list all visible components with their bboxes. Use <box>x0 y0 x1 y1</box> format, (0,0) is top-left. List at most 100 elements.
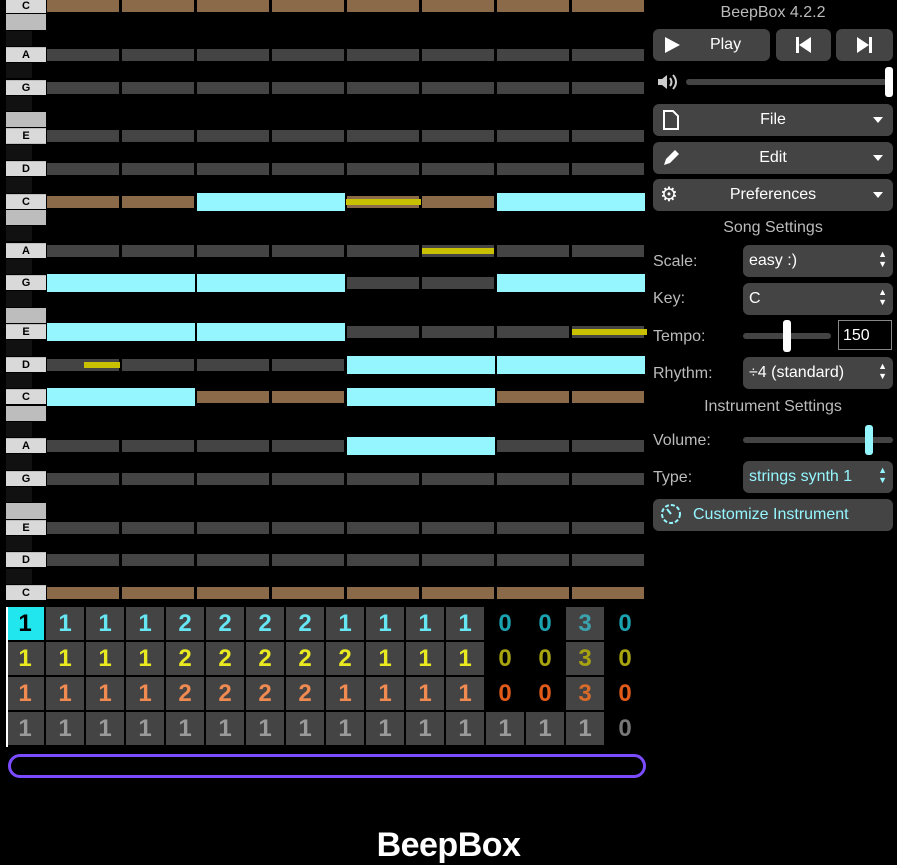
grid-cell[interactable] <box>347 163 419 175</box>
note[interactable] <box>347 437 495 456</box>
grid-cell[interactable] <box>497 440 569 453</box>
grid-cell[interactable] <box>272 554 344 567</box>
grid-cell[interactable] <box>422 81 494 94</box>
pattern-cell[interactable]: 1 <box>406 712 444 745</box>
pattern-cell[interactable]: 2 <box>206 607 244 640</box>
pattern-cell[interactable]: 1 <box>46 712 84 745</box>
pattern-cell[interactable]: 0 <box>526 607 564 640</box>
grid-cell[interactable] <box>347 521 419 534</box>
grid-cell[interactable] <box>272 244 344 257</box>
piano-key[interactable] <box>6 112 46 128</box>
grid-cell[interactable] <box>272 472 344 485</box>
grid-cell[interactable] <box>572 130 644 143</box>
grid-cell[interactable] <box>422 521 494 534</box>
instrument-volume-thumb[interactable] <box>865 425 873 455</box>
grid-cell[interactable] <box>497 81 569 94</box>
pattern-cell[interactable]: 1 <box>86 607 124 640</box>
grid-cell[interactable] <box>47 554 119 567</box>
grid-cell[interactable] <box>572 0 644 12</box>
pattern-cell[interactable]: 0 <box>486 677 524 710</box>
grid-cell[interactable] <box>47 163 119 175</box>
grid-cell[interactable] <box>572 472 644 485</box>
grid-cell[interactable] <box>497 554 569 567</box>
grid-cell[interactable] <box>347 48 419 61</box>
piano-key[interactable] <box>6 340 32 356</box>
grid-cell[interactable] <box>572 48 644 61</box>
pattern-cell[interactable]: 1 <box>286 712 324 745</box>
grid-cell[interactable] <box>497 0 569 12</box>
pattern-cell[interactable]: 2 <box>246 607 284 640</box>
pattern-cell[interactable]: 2 <box>166 677 204 710</box>
master-volume-thumb[interactable] <box>885 67 893 97</box>
grid-cell[interactable] <box>197 244 269 257</box>
piano-key[interactable] <box>6 503 46 519</box>
pattern-cell[interactable]: 1 <box>446 642 484 675</box>
piano-key[interactable] <box>6 291 32 307</box>
note[interactable] <box>197 323 345 341</box>
grid-cell[interactable] <box>122 81 194 94</box>
grid-cell[interactable] <box>422 48 494 61</box>
note[interactable] <box>47 274 195 293</box>
pattern-cell[interactable]: 0 <box>606 677 644 710</box>
grid-cell[interactable] <box>197 163 269 175</box>
pattern-cell[interactable]: 2 <box>206 677 244 710</box>
pattern-cell[interactable]: 1 <box>126 677 164 710</box>
grid-cell[interactable] <box>197 48 269 61</box>
pattern-cell[interactable]: 2 <box>166 607 204 640</box>
grid-cell[interactable] <box>497 244 569 257</box>
pattern-cell[interactable]: 1 <box>6 642 44 675</box>
pattern-cell[interactable]: 1 <box>326 712 364 745</box>
grid-cell[interactable] <box>197 358 269 371</box>
pattern-cell[interactable]: 1 <box>406 677 444 710</box>
preferences-menu[interactable]: ⚙ Preferences <box>653 179 893 211</box>
pattern-cell[interactable]: 0 <box>486 607 524 640</box>
grid-cell[interactable] <box>572 391 644 404</box>
grid-cell[interactable] <box>497 472 569 485</box>
grid-cell[interactable] <box>122 130 194 143</box>
grid-cell[interactable] <box>47 440 119 453</box>
grid-cell[interactable] <box>497 586 569 599</box>
pattern-cell[interactable]: 1 <box>566 712 604 745</box>
pattern-cell[interactable]: 1 <box>486 712 524 745</box>
note[interactable] <box>347 355 495 374</box>
grid-cell[interactable] <box>497 521 569 534</box>
grid-cell[interactable] <box>272 440 344 453</box>
piano-key[interactable] <box>6 535 32 552</box>
grid-cell[interactable] <box>422 163 494 175</box>
grid-cell[interactable] <box>122 521 194 534</box>
grid-cell[interactable] <box>47 81 119 94</box>
grid-cell[interactable] <box>497 130 569 143</box>
pattern-cell[interactable]: 1 <box>46 642 84 675</box>
pattern-cell[interactable]: 1 <box>126 712 164 745</box>
customize-instrument-button[interactable]: Customize Instrument <box>653 499 893 531</box>
piano-key[interactable] <box>6 95 32 112</box>
grid-cell[interactable] <box>272 0 344 12</box>
pattern-cell[interactable]: 1 <box>406 607 444 640</box>
pattern-cell[interactable]: 2 <box>326 642 364 675</box>
pattern-cell[interactable]: 1 <box>126 607 164 640</box>
grid-cell[interactable] <box>272 586 344 599</box>
pattern-cell[interactable]: 1 <box>6 607 44 640</box>
grid-cell[interactable] <box>272 81 344 94</box>
piano-key[interactable] <box>6 30 32 46</box>
grid-cell[interactable] <box>347 472 419 485</box>
grid-cell[interactable] <box>47 521 119 534</box>
instrument-type-select[interactable]: strings synth 1 ▲ ▼ <box>743 461 893 493</box>
piano-key[interactable] <box>6 226 32 242</box>
scale-select[interactable]: easy :) ▲ ▼ <box>743 245 893 277</box>
grid-cell[interactable] <box>122 0 194 12</box>
note[interactable] <box>47 323 195 341</box>
pattern-cell[interactable]: 3 <box>566 642 604 675</box>
piano-key[interactable] <box>6 372 32 389</box>
grid-cell[interactable] <box>272 130 344 143</box>
pattern-cell[interactable]: 2 <box>286 677 324 710</box>
grid-cell[interactable] <box>572 586 644 599</box>
pattern-cell[interactable]: 1 <box>6 712 44 745</box>
pattern-cell[interactable]: 2 <box>206 642 244 675</box>
grid-cell[interactable] <box>422 326 494 338</box>
next-bar-button[interactable] <box>836 29 893 61</box>
grid-cell[interactable] <box>197 521 269 534</box>
piano-key[interactable] <box>6 487 32 503</box>
grid-cell[interactable] <box>47 472 119 485</box>
pattern-cell[interactable]: 1 <box>86 677 124 710</box>
